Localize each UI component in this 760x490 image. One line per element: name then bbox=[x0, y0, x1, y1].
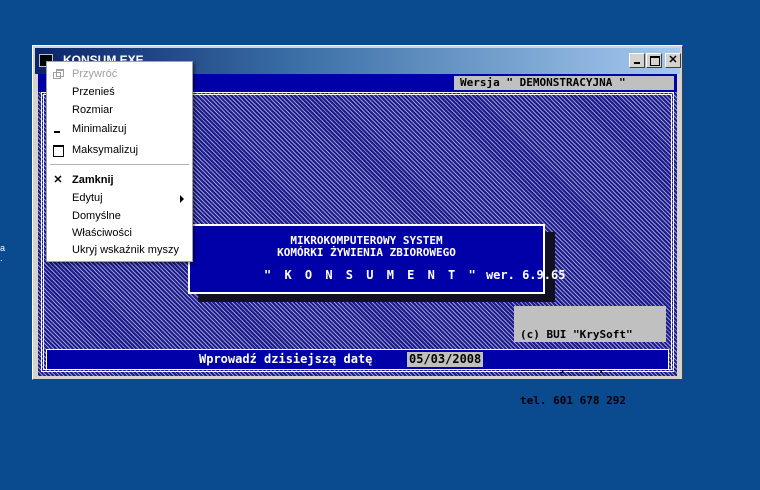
menu-item-label: Ukryj wskaźnik myszy bbox=[72, 244, 179, 256]
restore-icon bbox=[53, 69, 64, 79]
maximize-button[interactable] bbox=[646, 53, 662, 68]
desktop-edge-text-1: a bbox=[0, 243, 6, 253]
system-menu: Przywróć Przenieś Rozmiar Minimalizuj Ma… bbox=[46, 61, 193, 262]
maximize-icon bbox=[53, 145, 64, 157]
menu-item-size[interactable]: Rozmiar bbox=[47, 102, 192, 119]
version-label: Wersja " DEMONSTRACYJNA " bbox=[454, 76, 674, 90]
product-version: wer. 6.9.65 bbox=[485, 268, 566, 282]
product-line: " K O N S U M E N T " wer. 6.9.65 bbox=[264, 268, 565, 282]
menu-item-properties[interactable]: Właściwości bbox=[47, 225, 192, 242]
menu-item-label: Zamknij bbox=[72, 174, 114, 186]
desktop-edge-text-2: . bbox=[0, 253, 3, 263]
menu-item-label: Rozmiar bbox=[72, 104, 113, 116]
credit-box: (c) BUI "KrySoft" www.krysoft.pl tel. 60… bbox=[514, 306, 666, 406]
close-button[interactable]: ✕ bbox=[665, 53, 681, 68]
system-title-line2: KOMÓRKI ŻYWIENIA ZBIOROWEGO bbox=[277, 246, 456, 259]
menu-item-label: Przywróć bbox=[72, 68, 118, 80]
menu-item-close[interactable]: ✕ Zamknij bbox=[47, 172, 192, 189]
menu-item-minimize[interactable]: Minimalizuj bbox=[47, 121, 192, 138]
menu-item-label: Właściwości bbox=[72, 227, 132, 239]
date-prompt: Wprowadź dzisiejszą datę bbox=[199, 352, 373, 366]
menu-separator bbox=[50, 164, 189, 165]
menu-item-maximize[interactable]: Maksymalizuj bbox=[47, 142, 192, 159]
menu-item-label: Minimalizuj bbox=[72, 123, 127, 135]
menu-item-move[interactable]: Przenieś bbox=[47, 84, 192, 101]
product-name: " K O N S U M E N T " bbox=[264, 268, 479, 282]
menu-item-label: Edytuj bbox=[72, 192, 103, 204]
title-box: MIKROKOMPUTEROWY SYSTEM KOMÓRKI ŻYWIENIA… bbox=[188, 224, 565, 294]
date-input[interactable]: 05/03/2008 bbox=[407, 352, 484, 367]
menu-item-edit[interactable]: Edytuj bbox=[47, 190, 192, 207]
menu-item-defaults[interactable]: Domyślne bbox=[47, 208, 192, 225]
menu-item-label: Maksymalizuj bbox=[72, 144, 139, 156]
status-bar: Wprowadź dzisiejszą datę 05/03/2008 bbox=[46, 349, 669, 370]
menu-item-label: Przenieś bbox=[72, 86, 115, 98]
menu-item-label: Domyślne bbox=[72, 210, 121, 222]
menu-item-restore[interactable]: Przywróć bbox=[47, 66, 192, 83]
desktop-edge-text: a . bbox=[0, 243, 5, 263]
credit-company: (c) BUI "KrySoft" bbox=[520, 328, 633, 341]
minimize-icon bbox=[53, 124, 63, 134]
credit-phone: tel. 601 678 292 bbox=[520, 394, 626, 407]
menu-item-hide-pointer[interactable]: Ukryj wskaźnik myszy bbox=[47, 242, 192, 259]
minimize-button[interactable] bbox=[629, 53, 645, 68]
submenu-arrow-icon bbox=[180, 195, 184, 203]
close-icon: ✕ bbox=[53, 174, 63, 186]
